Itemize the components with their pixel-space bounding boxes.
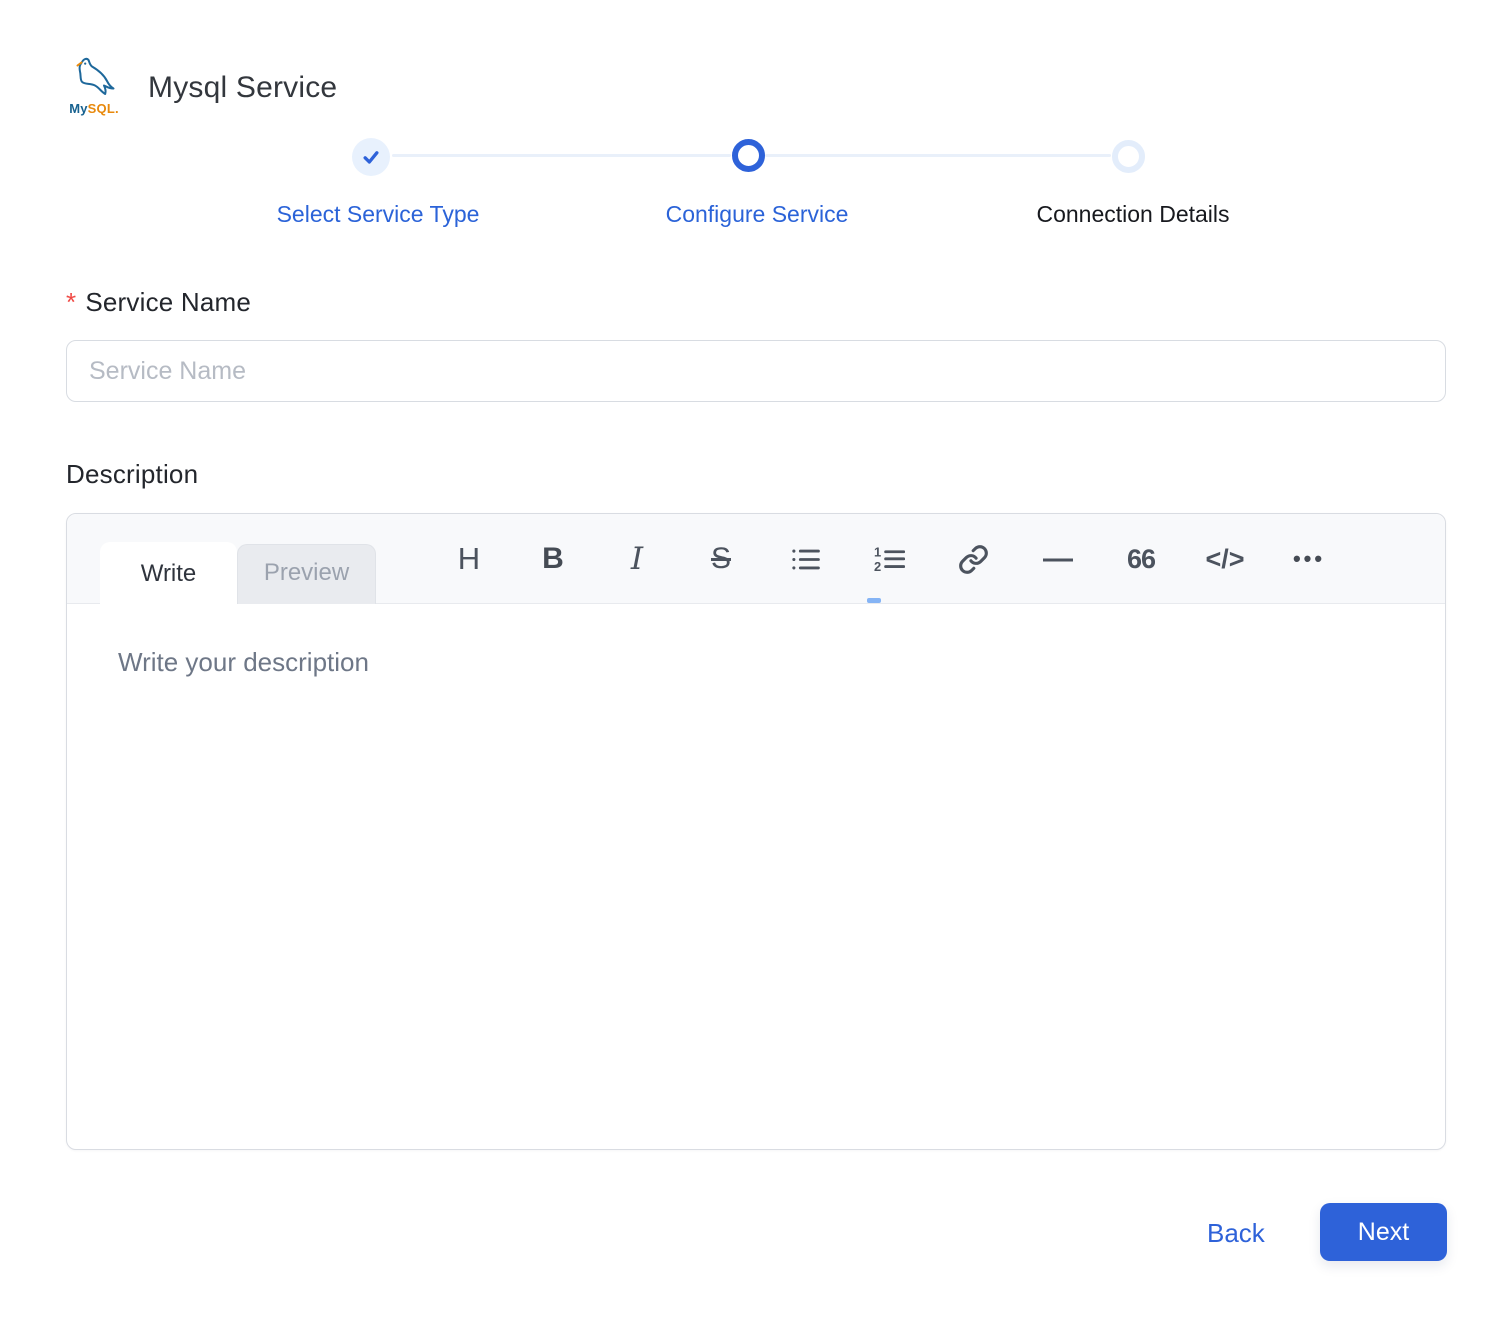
- ordered-list-button[interactable]: 1 2: [859, 529, 919, 589]
- step-indicator-select-service-type[interactable]: [352, 138, 390, 176]
- editor-toolbar: Write Preview H B I S: [67, 514, 1445, 604]
- ordered-list-caret: [867, 598, 881, 603]
- ordered-list-icon: 1 2: [874, 544, 905, 575]
- step-label-select-service-type[interactable]: Select Service Type: [277, 201, 480, 228]
- more-options-button[interactable]: •••: [1279, 529, 1339, 589]
- service-name-label: *Service Name: [66, 287, 251, 318]
- mysql-dolphin-icon: [68, 56, 120, 100]
- check-icon: [361, 147, 381, 167]
- unordered-list-button[interactable]: [775, 529, 835, 589]
- stepper-connector-1: [392, 154, 731, 157]
- quote-button[interactable]: 66: [1111, 529, 1171, 589]
- required-marker: *: [66, 287, 76, 317]
- next-button[interactable]: Next: [1320, 1203, 1447, 1261]
- stepper-connector-2: [765, 154, 1111, 157]
- step-label-configure-service[interactable]: Configure Service: [666, 201, 849, 228]
- tab-write[interactable]: Write: [100, 542, 237, 614]
- tab-preview[interactable]: Preview: [237, 544, 376, 604]
- configure-service-page: MySQL. Mysql Service Select Service Type…: [0, 0, 1504, 1326]
- link-button[interactable]: [943, 529, 1003, 589]
- code-button[interactable]: </>: [1195, 529, 1255, 589]
- step-label-connection-details: Connection Details: [1036, 201, 1229, 228]
- unordered-list-icon: [790, 544, 821, 575]
- description-editor: Write Preview H B I S: [66, 513, 1446, 1150]
- heading-button[interactable]: H: [439, 529, 499, 589]
- bold-button[interactable]: B: [523, 529, 583, 589]
- mysql-logo-text: MySQL.: [69, 102, 119, 115]
- link-icon: [958, 544, 989, 575]
- italic-button[interactable]: I: [607, 529, 667, 589]
- mysql-logo: MySQL.: [62, 56, 126, 122]
- strikethrough-button[interactable]: S: [691, 529, 751, 589]
- svg-text:1: 1: [874, 544, 881, 559]
- horizontal-rule-button[interactable]: —: [1027, 529, 1087, 589]
- back-button[interactable]: Back: [1207, 1218, 1265, 1249]
- description-textarea[interactable]: [68, 605, 1444, 1148]
- page-title: Mysql Service: [148, 71, 337, 105]
- service-name-input[interactable]: [66, 340, 1446, 402]
- step-indicator-configure-service[interactable]: [732, 139, 765, 172]
- svg-text:2: 2: [874, 559, 881, 574]
- description-label: Description: [66, 459, 198, 490]
- toolbar-buttons: H B I S 1 2: [439, 514, 1339, 604]
- step-indicator-connection-details: [1112, 140, 1145, 173]
